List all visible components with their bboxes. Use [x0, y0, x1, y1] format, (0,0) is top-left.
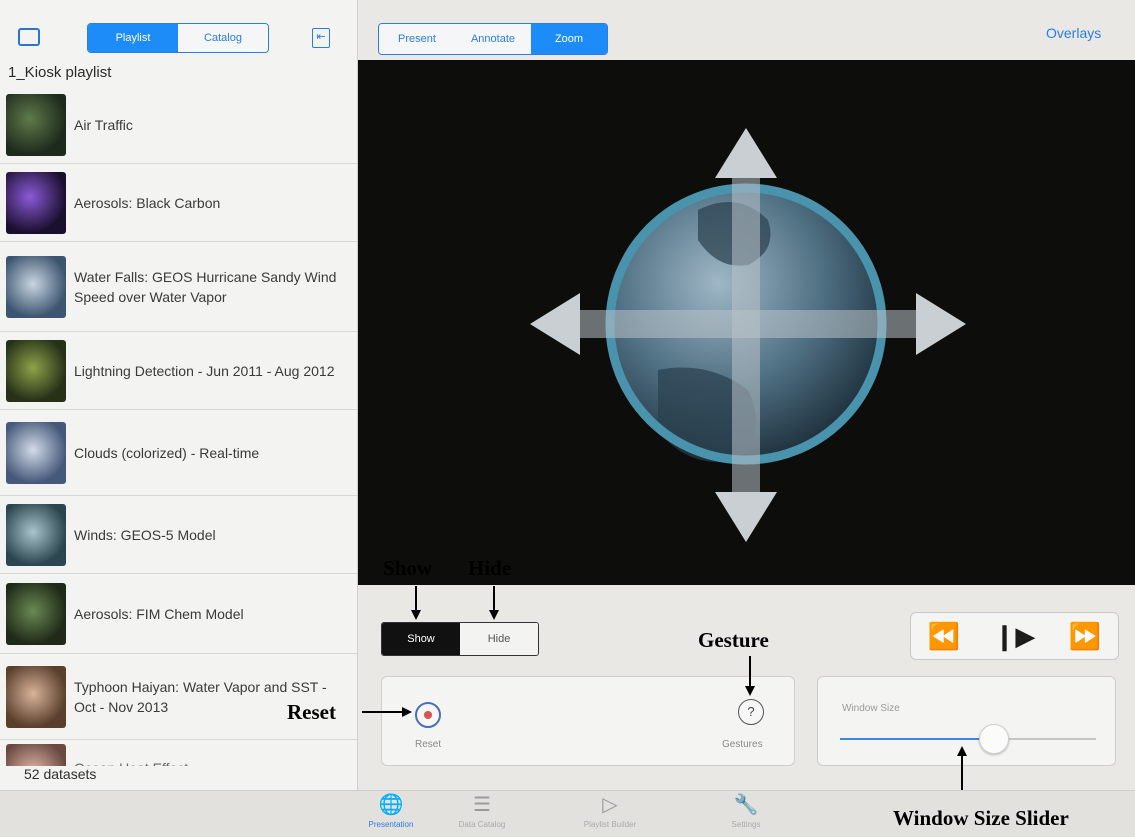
- annotation-hide: Hide: [468, 556, 512, 580]
- annotation-reset: Reset: [287, 700, 336, 724]
- annotation-arrows: [362, 586, 967, 790]
- annotation-show: Show: [383, 556, 433, 580]
- annotation-window-size-slider: Window Size Slider: [893, 806, 1069, 830]
- annotation-gesture: Gesture: [698, 628, 769, 652]
